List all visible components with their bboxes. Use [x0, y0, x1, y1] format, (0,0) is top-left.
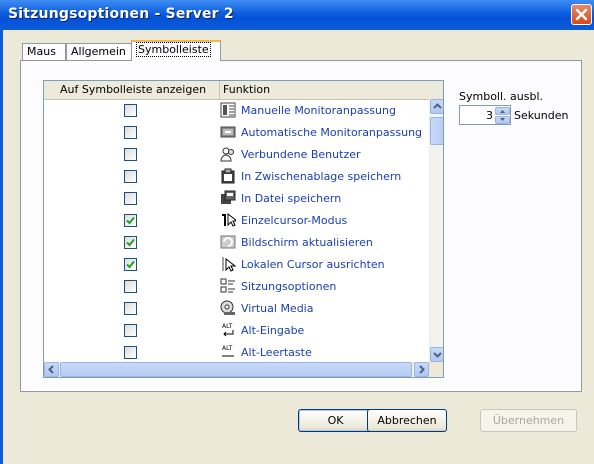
horizontal-scrollbar[interactable]	[44, 362, 429, 377]
session-options-icon	[220, 278, 236, 294]
tab-allgemein[interactable]: Allgemein	[66, 43, 132, 60]
vertical-scroll-thumb[interactable]	[430, 117, 443, 145]
list-item[interactable]: Einzelcursor-Modus	[44, 209, 429, 232]
svg-text:ALT: ALT	[222, 345, 233, 352]
tab-label: Symbolleiste	[136, 42, 211, 57]
list-item[interactable]: In Datei speichern	[44, 187, 429, 210]
vertical-scrollbar[interactable]	[429, 99, 443, 362]
chevron-right-icon	[419, 365, 425, 374]
scrollbar-corner	[429, 362, 443, 377]
spinner-buttons	[495, 107, 510, 124]
function-label: Manuelle Monitoranpassung	[241, 104, 396, 117]
show-on-toolbar-checkbox[interactable]	[124, 192, 137, 205]
show-on-toolbar-checkbox[interactable]	[124, 126, 137, 139]
list-item[interactable]: ALT Alt-Eingabe	[44, 319, 429, 342]
list-item[interactable]: Manuelle Monitoranpassung	[44, 99, 429, 122]
toolbar-function-list[interactable]: Auf Symbolleiste anzeigen Funktion Manue…	[43, 80, 444, 378]
horizontal-scroll-thumb[interactable]	[60, 362, 412, 377]
single-cursor-icon	[220, 212, 239, 228]
function-label: Einzelcursor-Modus	[241, 214, 348, 227]
function-label: Verbundene Benutzer	[241, 148, 361, 161]
tab-label: Allgemein	[71, 45, 126, 58]
show-on-toolbar-checkbox[interactable]	[124, 302, 137, 315]
tab-symbolleiste[interactable]: Symbolleiste	[131, 40, 221, 61]
function-label: Virtual Media	[241, 302, 314, 315]
virtual-media-icon	[220, 300, 236, 316]
arrow-down-icon	[500, 118, 505, 121]
show-on-toolbar-checkbox[interactable]	[124, 214, 137, 227]
function-label: Sitzungsoptionen	[241, 280, 337, 293]
alt-space-icon: ALT	[220, 344, 236, 360]
refresh-screen-icon	[220, 234, 236, 250]
list-header: Auf Symbolleiste anzeigen Funktion	[44, 81, 443, 100]
arrow-up-icon	[500, 110, 505, 113]
show-on-toolbar-checkbox[interactable]	[124, 280, 137, 293]
align-cursor-icon	[220, 256, 237, 272]
list-item[interactable]: Bildschirm aktualisieren	[44, 231, 429, 254]
show-on-toolbar-checkbox[interactable]	[124, 236, 137, 249]
spinner-down-button[interactable]	[495, 116, 510, 124]
show-on-toolbar-checkbox[interactable]	[124, 258, 137, 271]
scroll-left-button[interactable]	[44, 362, 59, 377]
show-on-toolbar-checkbox[interactable]	[124, 324, 137, 337]
checkmark-icon	[126, 216, 135, 225]
show-on-toolbar-checkbox[interactable]	[124, 104, 137, 117]
list-item[interactable]: Verbundene Benutzer	[44, 143, 429, 166]
spinner-up-button[interactable]	[495, 107, 510, 115]
chevron-down-icon	[433, 352, 442, 358]
function-label: Alt-Leertaste	[241, 346, 312, 359]
function-label: In Zwischenablage speichern	[241, 170, 402, 183]
list-item[interactable]: Sitzungsoptionen	[44, 275, 429, 298]
header-function[interactable]: Funktion	[220, 81, 443, 99]
show-on-toolbar-checkbox[interactable]	[124, 170, 137, 183]
symbol-hide-label: Symboll. ausbl.	[459, 90, 544, 103]
function-label: Bildschirm aktualisieren	[241, 236, 373, 249]
chevron-up-icon	[433, 103, 442, 109]
close-button[interactable]	[571, 4, 592, 25]
scroll-up-button[interactable]	[430, 99, 443, 114]
header-show-on-toolbar[interactable]: Auf Symbolleiste anzeigen	[44, 81, 220, 99]
auto-adjust-icon	[220, 124, 236, 140]
window-title: Sitzungsoptionen - Server 2	[8, 6, 234, 22]
svg-text:ALT: ALT	[222, 323, 233, 330]
list-item[interactable]: Virtual Media	[44, 297, 429, 320]
list-item[interactable]: Lokalen Cursor ausrichten	[44, 253, 429, 276]
function-label: Automatische Monitoranpassung	[241, 126, 423, 139]
users-icon	[220, 146, 236, 162]
tab-maus[interactable]: Maus	[22, 43, 66, 60]
list-item[interactable]: Automatische Monitoranpassung	[44, 121, 429, 144]
seconds-spinner[interactable]: 3	[459, 105, 511, 125]
cancel-button[interactable]: Abbrechen	[367, 409, 447, 432]
function-label: Lokalen Cursor ausrichten	[241, 258, 385, 271]
checkmark-icon	[126, 260, 135, 269]
ok-button[interactable]: OK	[298, 409, 373, 432]
window-frame-left	[0, 30, 3, 464]
show-on-toolbar-checkbox[interactable]	[124, 346, 137, 359]
save-file-icon	[220, 190, 236, 206]
clipboard-icon	[220, 168, 236, 184]
function-label: Alt-Eingabe	[241, 324, 305, 337]
close-icon	[575, 8, 588, 21]
scroll-down-button[interactable]	[430, 347, 443, 362]
tab-label: Maus	[27, 45, 56, 58]
dialog-window: Sitzungsoptionen - Server 2 Maus Allgeme…	[0, 0, 594, 464]
monitor-adjust-icon	[220, 102, 236, 118]
title-bar[interactable]: Sitzungsoptionen - Server 2	[0, 0, 594, 30]
list-item[interactable]: ALT Alt-Leertaste	[44, 341, 429, 364]
chevron-left-icon	[48, 365, 54, 374]
list-item[interactable]: In Zwischenablage speichern	[44, 165, 429, 188]
seconds-unit-label: Sekunden	[514, 109, 569, 122]
seconds-value[interactable]: 3	[460, 109, 493, 122]
scroll-right-button[interactable]	[414, 362, 429, 377]
alt-enter-icon: ALT	[220, 322, 236, 338]
apply-button[interactable]: Übernehmen	[480, 409, 577, 432]
show-on-toolbar-checkbox[interactable]	[124, 148, 137, 161]
function-label: In Datei speichern	[241, 192, 342, 205]
checkmark-icon	[126, 238, 135, 247]
